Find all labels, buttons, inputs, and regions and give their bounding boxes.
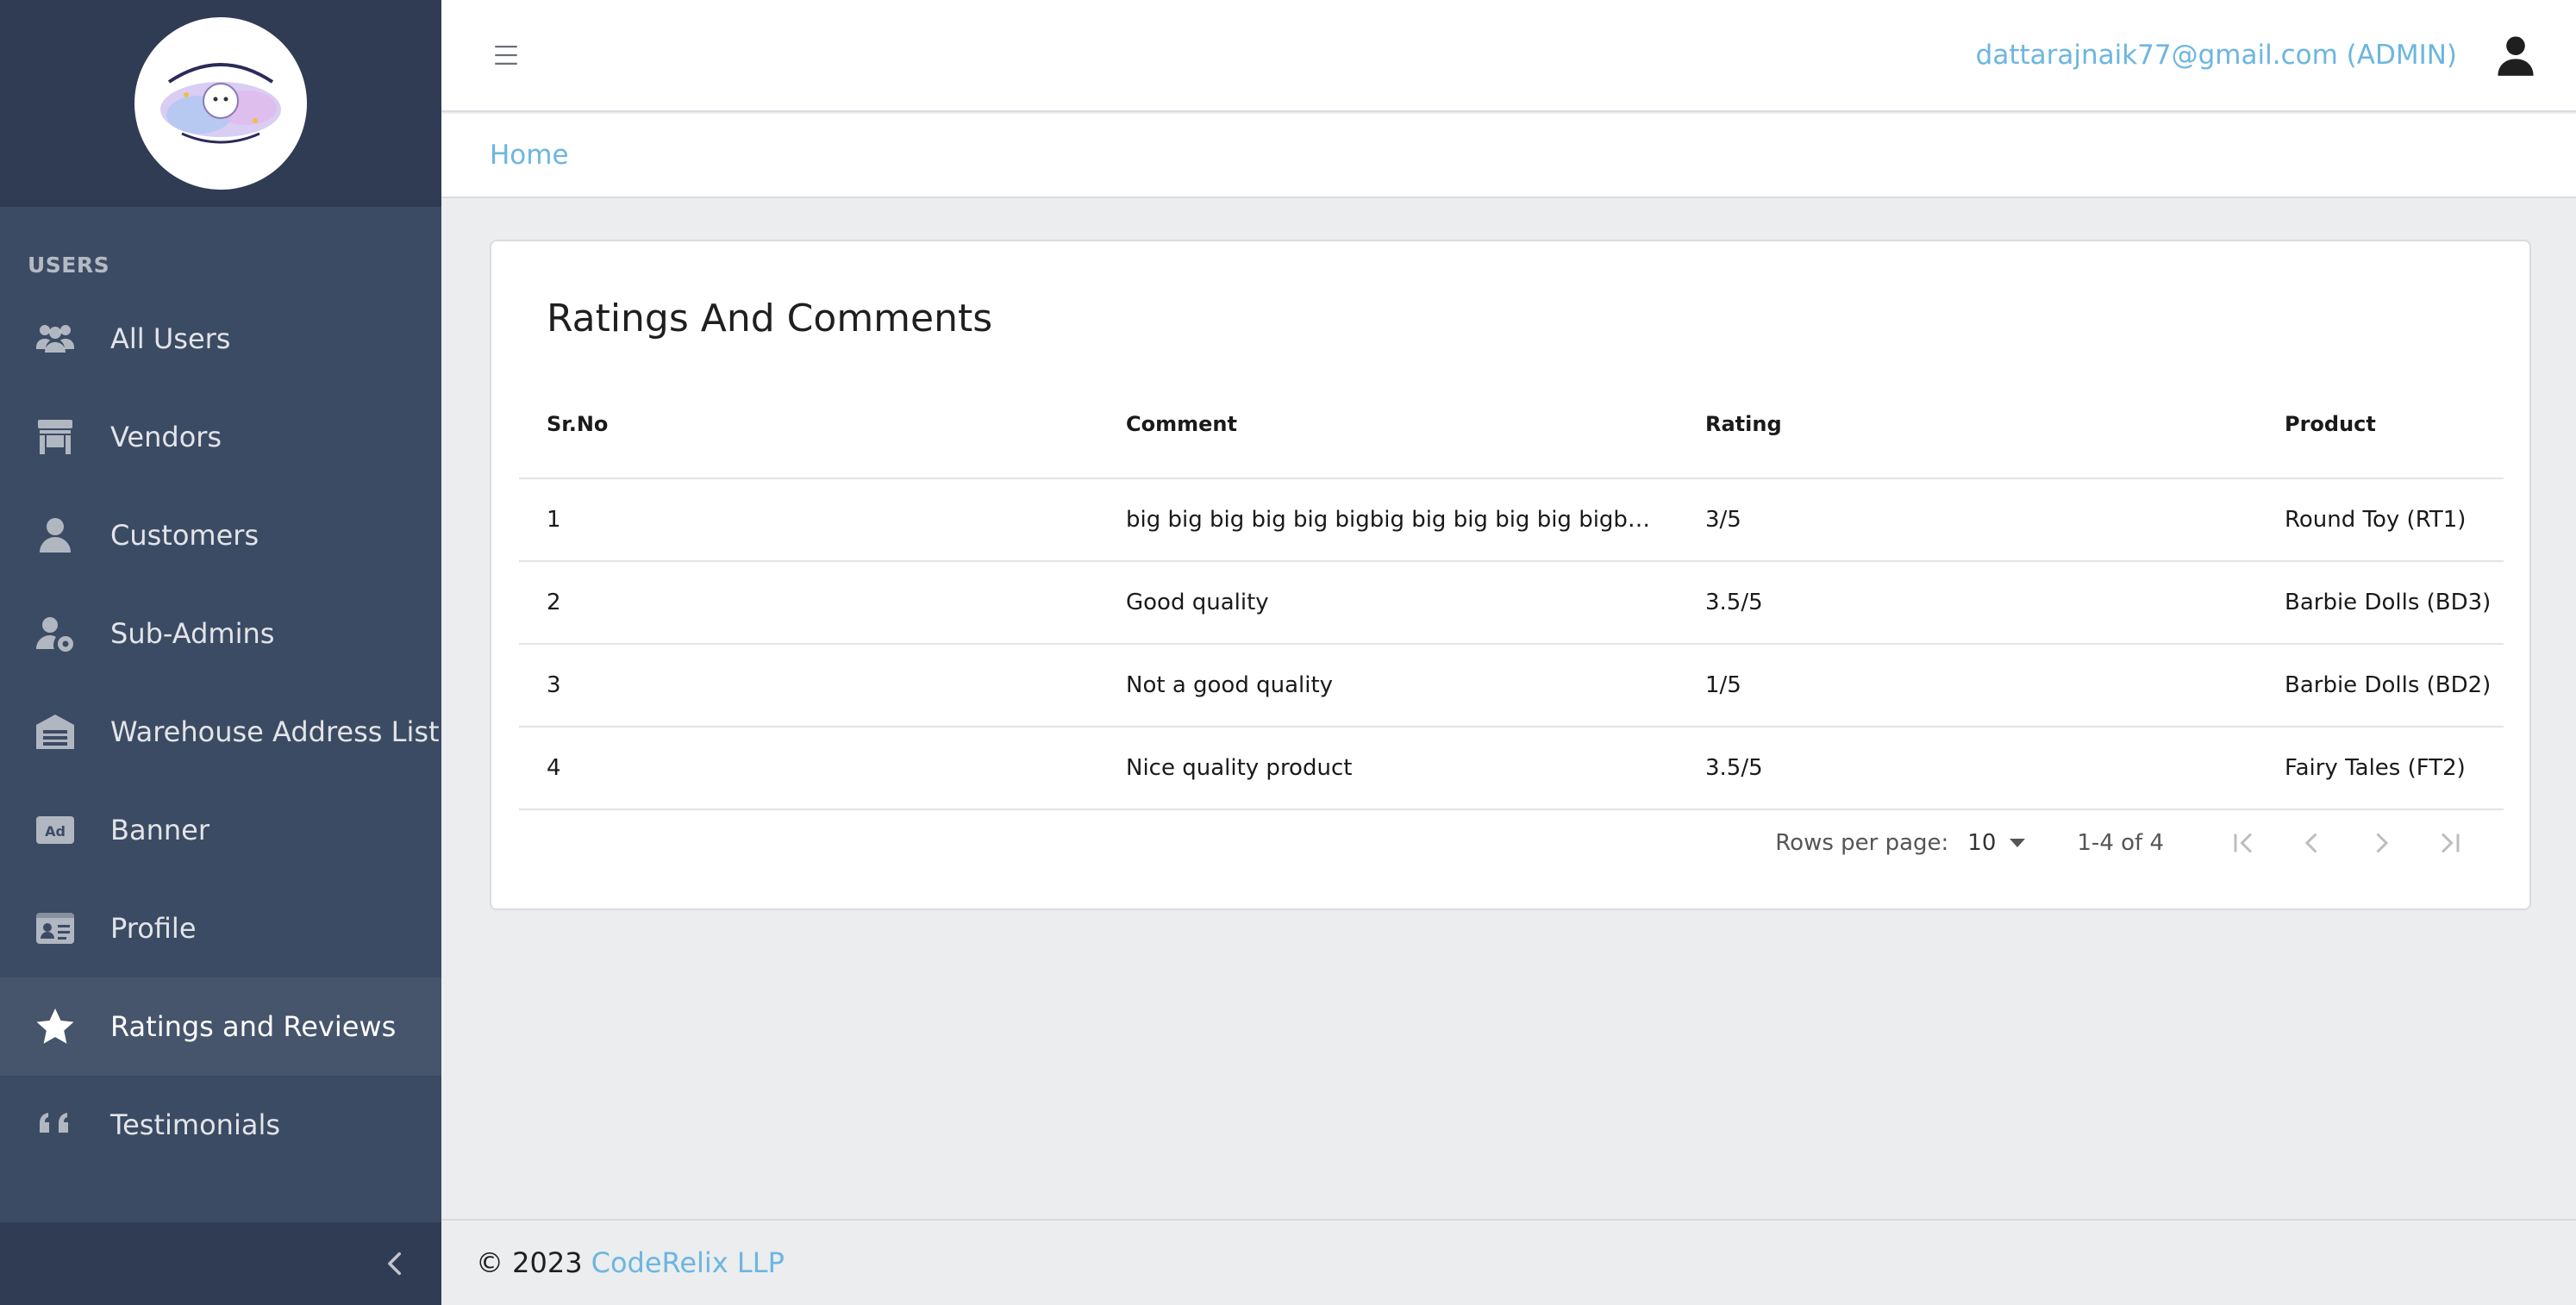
cell-rating: 3.5/5	[1705, 590, 1763, 615]
cell-sr-no: 1	[547, 507, 561, 533]
last-page-icon	[2441, 833, 2460, 853]
sidebar-item-sub-admins[interactable]: Sub-Admins	[0, 584, 441, 683]
cell-sr-no: 4	[547, 755, 561, 781]
cell-rating: 3.5/5	[1705, 755, 1763, 781]
sidebar-item-profile[interactable]: Profile	[0, 879, 441, 977]
sidebar-item-label: All Users	[110, 322, 231, 355]
header-user-area: dattarajnaik77@gmail.com (ADMIN)	[1976, 29, 2542, 81]
ratings-card: Ratings And Comments Sr.No Comment Ratin…	[490, 240, 2531, 910]
hamburger-icon	[495, 45, 517, 66]
column-header-sr-no[interactable]: Sr.No	[519, 412, 1098, 436]
sidebar-item-label: Banner	[110, 814, 209, 846]
sidebar-brand[interactable]	[0, 0, 441, 207]
sidebar-item-testimonials[interactable]: Testimonials	[0, 1076, 441, 1174]
cell-rating: 1/5	[1705, 672, 1741, 698]
cell-product: Fairy Tales (FT2)	[2285, 755, 2466, 781]
warehouse-icon	[31, 708, 79, 756]
footer-company-link[interactable]: CodeRelix LLP	[591, 1246, 785, 1279]
sidebar-item-label: Ratings and Reviews	[110, 1010, 397, 1043]
table-pagination: Rows per page: 10 1-4 of 4	[1775, 817, 2485, 869]
breadcrumb: Home	[441, 114, 2576, 198]
rows-per-page-value: 10	[1967, 830, 1997, 856]
cell-product: Barbie Dolls (BD2)	[2285, 672, 2492, 698]
column-header-rating[interactable]: Rating	[1678, 412, 2257, 436]
sidebar: USERS All Users Vendors Customers Sub-Ad…	[0, 0, 441, 1305]
user-email-link[interactable]: dattarajnaik77@gmail.com (ADMIN)	[1976, 40, 2457, 71]
nav-section-title: USERS	[28, 253, 110, 278]
sidebar-minimize-button[interactable]	[0, 1222, 441, 1305]
quote-icon	[31, 1101, 79, 1149]
last-page-button[interactable]	[2416, 817, 2485, 869]
rows-per-page-select[interactable]: 10	[1967, 830, 2027, 856]
avatar[interactable]	[2490, 29, 2542, 81]
sidebar-item-label: Profile	[110, 912, 197, 945]
sidebar-item-warehouse-address-list[interactable]: Warehouse Address List	[0, 683, 441, 781]
footer-copyright: © 2023	[476, 1246, 583, 1279]
sidebar-item-label: Testimonials	[110, 1108, 280, 1141]
svg-text:Ad: Ad	[45, 823, 66, 840]
id-card-icon	[31, 904, 79, 952]
sidebar-nav: All Users Vendors Customers Sub-Admins W…	[0, 290, 441, 1174]
table-row[interactable]: 4 Nice quality product 3.5/5 Fairy Tales…	[519, 727, 2504, 810]
rows-per-page-label: Rows per page:	[1775, 830, 1949, 856]
sidebar-item-label: Warehouse Address List	[110, 715, 440, 748]
page-title: Ratings And Comments	[547, 297, 993, 340]
column-header-product[interactable]: Product	[2257, 412, 2504, 436]
menu-toggle-button[interactable]	[486, 35, 526, 75]
user-gear-icon	[31, 609, 79, 658]
sidebar-item-customers[interactable]: Customers	[0, 486, 441, 584]
users-icon	[31, 315, 79, 363]
ad-icon: Ad	[31, 806, 79, 854]
chevron-right-icon	[2376, 833, 2389, 853]
next-page-button[interactable]	[2347, 817, 2416, 869]
sidebar-item-banner[interactable]: Ad Banner	[0, 781, 441, 879]
sidebar-item-ratings-and-reviews[interactable]: Ratings and Reviews	[0, 977, 441, 1076]
user-icon	[31, 511, 79, 559]
previous-page-button[interactable]	[2278, 817, 2347, 869]
first-page-button[interactable]	[2209, 817, 2278, 869]
cell-product: Barbie Dolls (BD3)	[2285, 590, 2492, 615]
top-header: dattarajnaik77@gmail.com (ADMIN)	[441, 0, 2576, 112]
sidebar-item-vendors[interactable]: Vendors	[0, 388, 441, 486]
sidebar-item-label: Sub-Admins	[110, 617, 275, 650]
sidebar-item-label: Customers	[110, 519, 259, 552]
first-page-icon	[2234, 833, 2253, 853]
cell-comment: big big big big big bigbig big big big b…	[1126, 507, 1650, 533]
user-avatar-icon	[2498, 36, 2534, 76]
table-header-row: Sr.No Comment Rating Product	[519, 371, 2504, 479]
table-row[interactable]: 2 Good quality 3.5/5 Barbie Dolls (BD3)	[519, 562, 2504, 645]
chevron-left-icon	[2304, 833, 2317, 853]
cell-comment: Not a good quality	[1126, 672, 1334, 698]
cell-sr-no: 2	[547, 590, 561, 615]
cell-comment: Good quality	[1126, 590, 1269, 615]
store-icon	[31, 413, 79, 461]
brand-logo[interactable]	[134, 17, 307, 190]
table-row[interactable]: 3 Not a good quality 1/5 Barbie Dolls (B…	[519, 645, 2504, 727]
logo-image	[160, 63, 281, 144]
sidebar-item-all-users[interactable]: All Users	[0, 290, 441, 388]
table-row[interactable]: 1 big big big big big bigbig big big big…	[519, 479, 2504, 562]
pagination-range: 1-4 of 4	[2077, 830, 2164, 856]
breadcrumb-home-link[interactable]: Home	[490, 140, 569, 171]
cell-product: Round Toy (RT1)	[2285, 507, 2467, 533]
chevron-left-icon	[388, 1252, 402, 1276]
column-header-comment[interactable]: Comment	[1098, 412, 1678, 436]
caret-down-icon	[2010, 839, 2026, 847]
sidebar-item-label: Vendors	[110, 421, 222, 453]
cell-comment: Nice quality product	[1126, 755, 1353, 781]
ratings-table: Sr.No Comment Rating Product 1 big big b…	[519, 371, 2504, 810]
footer: © 2023 CodeRelix LLP	[441, 1219, 2576, 1305]
star-icon	[31, 1002, 79, 1051]
cell-sr-no: 3	[547, 672, 561, 698]
cell-rating: 3/5	[1705, 507, 1741, 533]
